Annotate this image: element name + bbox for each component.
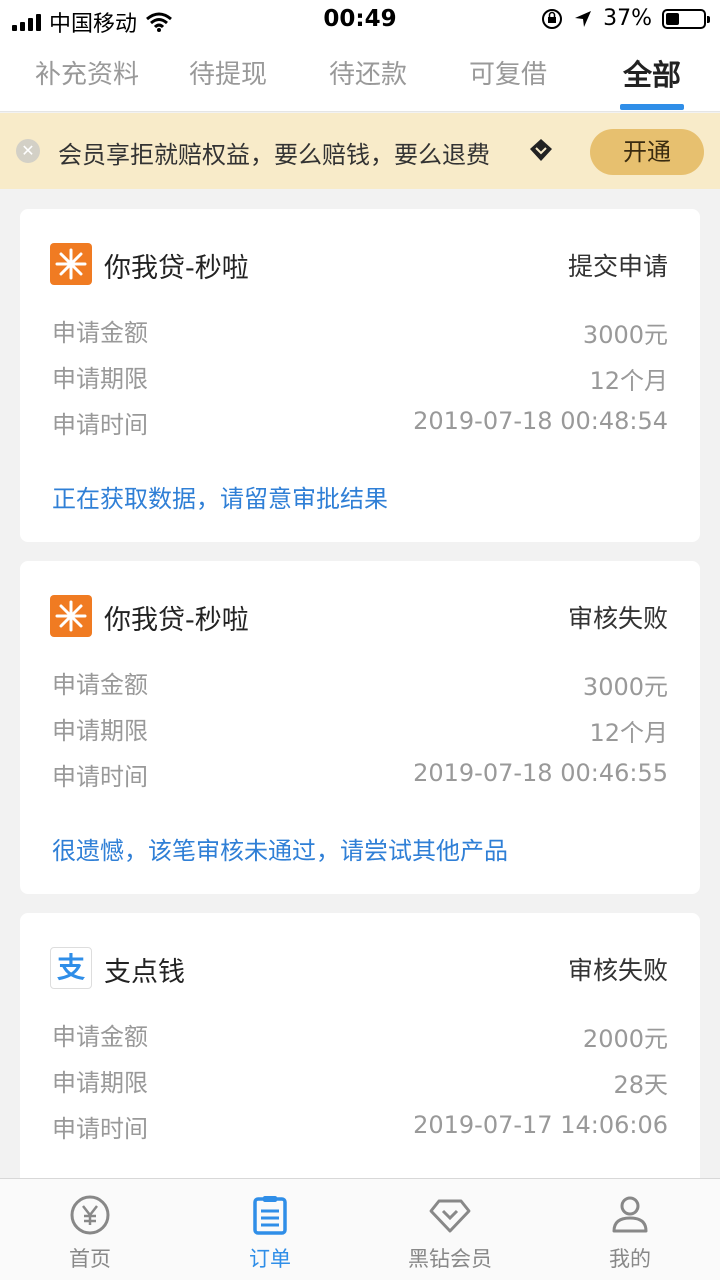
nav-home[interactable]: 首页 [0,1179,180,1280]
tab-pending-withdraw[interactable]: 待提现 [168,54,288,91]
row-value: 3000元 [582,673,668,701]
product-logo: 支 [50,947,92,989]
order-card-header: 你我贷-秒啦 审核失败 [50,595,668,639]
info-row-term: 申请期限 12个月 [52,711,668,747]
info-row-term: 申请期限 28天 [52,1063,668,1099]
row-value: 2000元 [582,1025,668,1053]
order-card-header: 支 支点钱 审核失败 [50,947,668,991]
row-value: 2019-07-18 00:48:54 [413,407,668,435]
row-label: 申请期限 [52,717,148,745]
row-value: 2019-07-18 00:46:55 [413,759,668,787]
active-tab-indicator [620,104,684,110]
row-value: 12个月 [589,367,668,395]
order-status: 提交申请 [567,252,668,281]
nav-label: 首页 [69,1247,111,1271]
tab-supplement-info[interactable]: 补充资料 [27,54,147,91]
snowflake-logo-icon [55,600,87,632]
battery-fill [666,12,680,25]
order-message[interactable]: 正在获取数据，请留意审批结果 [52,479,388,514]
order-card[interactable]: 你我贷-秒啦 审核失败 申请金额 3000元 申请期限 12个月 申请时间 20… [20,561,700,894]
info-row-time: 申请时间 2019-07-18 00:46:55 [52,757,668,793]
rotation-lock-icon [542,8,563,29]
row-label: 申请时间 [52,1115,148,1143]
row-label: 申请金额 [52,671,148,699]
order-card[interactable]: 你我贷-秒啦 提交申请 申请金额 3000元 申请期限 12个月 申请时间 20… [20,209,700,542]
info-row-amount: 申请金额 3000元 [52,665,668,701]
order-card-header: 你我贷-秒啦 提交申请 [50,243,668,287]
nav-mine[interactable]: 我的 [540,1179,720,1280]
battery-icon [662,8,710,29]
order-status: 审核失败 [567,604,668,633]
tab-pending-repay[interactable]: 待还款 [308,54,428,91]
black-diamond-icon [530,139,552,161]
location-arrow-icon [575,10,592,27]
order-filter-tabs: 补充资料 待提现 待还款 可复借 全部 [0,40,720,112]
bottom-nav: 首页 订单 黑钻会员 我的 [0,1178,720,1280]
row-label: 申请金额 [52,1023,148,1051]
row-label: 申请时间 [52,763,148,791]
row-value: 3000元 [582,321,668,349]
row-value: 28天 [613,1071,668,1099]
membership-banner: ✕ 会员享拒就赔权益，要么赔钱，要么退费 开通 [0,113,720,189]
tab-reborrow[interactable]: 可复借 [448,54,568,91]
nav-orders[interactable]: 订单 [180,1179,360,1280]
row-label: 申请时间 [52,411,148,439]
diamond-icon [429,1199,471,1233]
status-right: 37% [541,6,710,31]
yen-icon [70,1195,110,1235]
battery-percent: 37% [603,6,652,31]
info-row-amount: 申请金额 2000元 [52,1017,668,1053]
product-logo [50,243,92,285]
product-name: 支点钱 [104,957,185,988]
activate-membership-button[interactable]: 开通 [590,129,704,175]
order-list-icon [253,1196,287,1235]
product-logo [50,595,92,637]
info-row-amount: 申请金额 3000元 [52,313,668,349]
product-name: 你我贷-秒啦 [104,253,249,284]
info-row-time: 申请时间 2019-07-18 00:48:54 [52,405,668,441]
order-status: 审核失败 [567,956,668,985]
nav-label: 黑钻会员 [408,1247,492,1271]
nav-black-diamond[interactable]: 黑钻会员 [360,1179,540,1280]
order-card[interactable]: 支 支点钱 审核失败 申请金额 2000元 申请期限 28天 申请时间 2019… [20,913,700,1193]
close-icon[interactable]: ✕ [16,139,40,163]
nav-label: 我的 [609,1247,651,1271]
order-message[interactable]: 很遗憾，该笔审核未通过，请尝试其他产品 [52,831,508,866]
info-row-term: 申请期限 12个月 [52,359,668,395]
row-value: 12个月 [589,719,668,747]
info-row-time: 申请时间 2019-07-17 14:06:06 [52,1109,668,1145]
status-bar: 中国移动 00:49 37% [0,0,720,40]
product-name: 你我贷-秒啦 [104,605,249,636]
row-label: 申请金额 [52,319,148,347]
row-label: 申请期限 [52,365,148,393]
person-icon [612,1196,648,1233]
banner-text: 会员享拒就赔权益，要么赔钱，要么退费 [58,141,490,169]
row-label: 申请期限 [52,1069,148,1097]
tab-all[interactable]: 全部 [592,52,712,94]
row-value: 2019-07-17 14:06:06 [413,1111,668,1139]
nav-label: 订单 [249,1247,291,1271]
snowflake-logo-icon [55,248,87,280]
